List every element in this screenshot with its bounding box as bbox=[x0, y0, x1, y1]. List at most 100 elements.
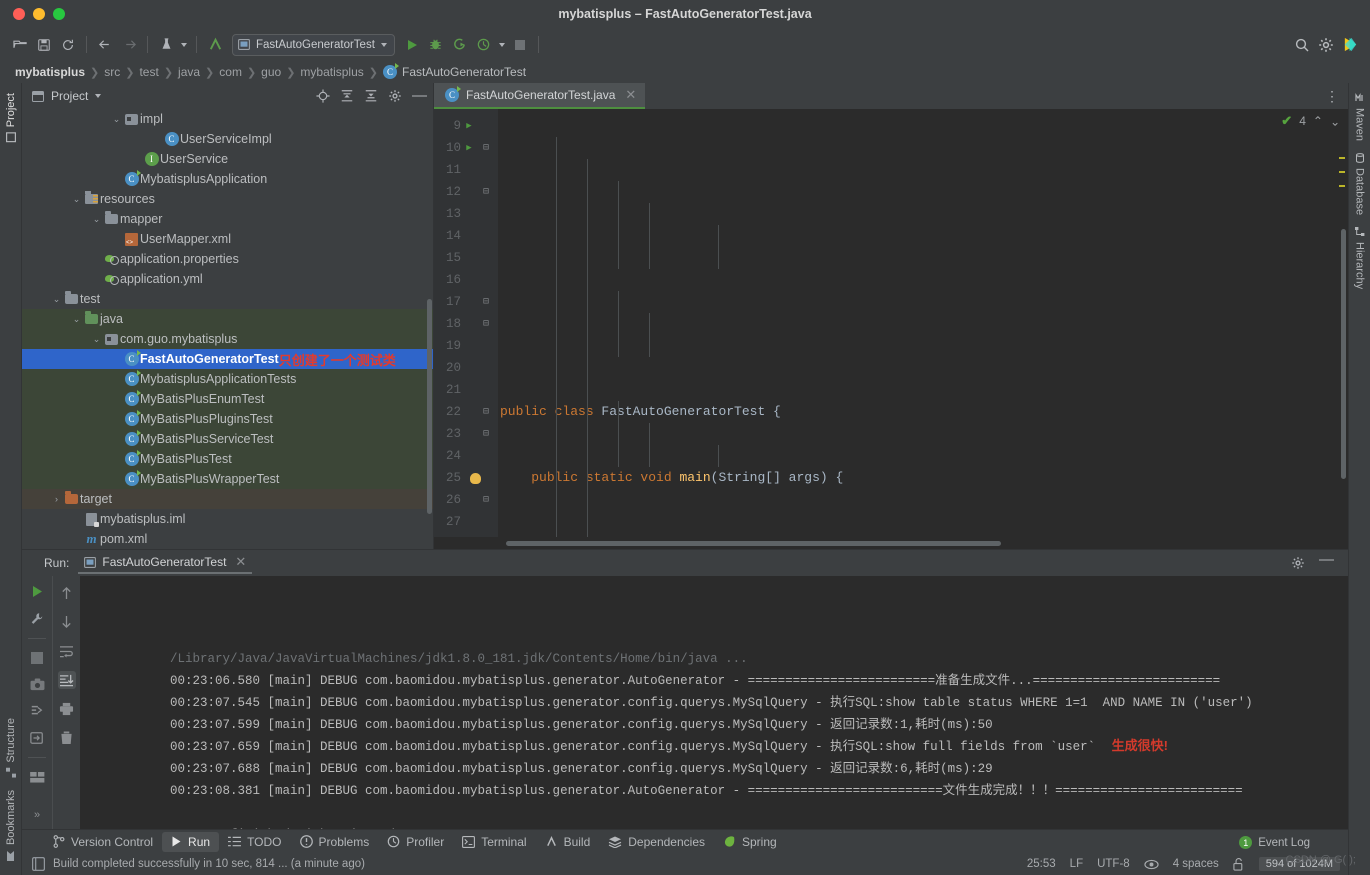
expand-all-icon[interactable] bbox=[340, 89, 354, 103]
event-log-widget[interactable]: 1 Event Log bbox=[1239, 836, 1310, 849]
gutter-line-14[interactable]: 14 bbox=[434, 225, 498, 247]
camera-icon[interactable] bbox=[28, 677, 46, 693]
print-icon[interactable] bbox=[58, 700, 76, 718]
tree-node-mybatispluswrappertest[interactable]: C MyBatisPlusWrapperTest bbox=[22, 469, 433, 489]
breadcrumb-item-6[interactable]: mybatisplus bbox=[295, 65, 368, 79]
rerun-icon[interactable] bbox=[28, 584, 46, 600]
tool-window-button-database[interactable]: Database bbox=[1354, 147, 1366, 221]
tree-node-userservice[interactable]: I UserService bbox=[22, 149, 433, 169]
fold-icon[interactable]: ⊟ bbox=[477, 296, 495, 308]
close-icon[interactable]: ✕ bbox=[625, 87, 636, 103]
wrench-icon[interactable] bbox=[28, 611, 46, 627]
tree-node-mapper[interactable]: ⌄ mapper bbox=[22, 209, 433, 229]
line-separator[interactable]: LF bbox=[1070, 858, 1083, 870]
run-configuration-selector[interactable]: FastAutoGeneratorTest bbox=[232, 33, 395, 56]
gear-icon[interactable] bbox=[388, 89, 402, 103]
run-gutter-icon[interactable]: ▶ bbox=[461, 121, 477, 131]
chevron-down-icon[interactable]: ⌄ bbox=[50, 294, 63, 305]
gutter-line-23[interactable]: 23 ⊟ bbox=[434, 423, 498, 445]
chevron-down-icon[interactable]: ⌄ bbox=[90, 214, 103, 225]
project-tree-scrollbar[interactable] bbox=[427, 299, 432, 514]
tree-node-mybatisplusenumtest[interactable]: C MyBatisPlusEnumTest bbox=[22, 389, 433, 409]
editor-warning-marker[interactable] bbox=[1339, 157, 1345, 159]
gear-icon[interactable] bbox=[1291, 556, 1305, 570]
tree-node-mybatisplusservicetest[interactable]: C MyBatisPlusServiceTest bbox=[22, 429, 433, 449]
tree-node-fastautogeneratortest[interactable]: C FastAutoGeneratorTest 只创建了一个测试类 bbox=[22, 349, 433, 369]
indent-setting[interactable]: 4 spaces bbox=[1173, 858, 1219, 870]
tree-node-pom-xml[interactable]: m pom.xml bbox=[22, 529, 433, 549]
breadcrumb-item-5[interactable]: guo bbox=[256, 65, 286, 79]
bottom-bar-item-spring[interactable]: Spring bbox=[714, 832, 786, 852]
tool-window-button-bookmarks[interactable]: Bookmarks bbox=[5, 784, 17, 867]
arrow-down-icon[interactable] bbox=[58, 613, 76, 631]
chevron-right-icon[interactable]: › bbox=[50, 494, 63, 504]
chevron-up-icon[interactable]: ⌃ bbox=[1313, 114, 1323, 128]
fold-icon[interactable]: ⊟ bbox=[477, 186, 495, 198]
chevron-down-icon[interactable] bbox=[178, 33, 190, 57]
chevron-down-icon[interactable]: ⌄ bbox=[90, 334, 103, 345]
reader-mode-icon[interactable] bbox=[1144, 859, 1159, 870]
tree-node-test[interactable]: ⌄ test bbox=[22, 289, 433, 309]
editor-code[interactable]: public class FastAutoGeneratorTest { pub… bbox=[498, 109, 1348, 537]
editor-warning-marker[interactable] bbox=[1339, 185, 1345, 187]
caret-position[interactable]: 25:53 bbox=[1027, 858, 1056, 870]
settings-icon[interactable] bbox=[1314, 33, 1338, 57]
breadcrumb-item-leaf[interactable]: C FastAutoGeneratorTest bbox=[378, 63, 531, 79]
gutter-line-21[interactable]: 21 bbox=[434, 379, 498, 401]
bottom-bar-item-dependencies[interactable]: Dependencies bbox=[599, 832, 714, 852]
breadcrumb-item-2[interactable]: test bbox=[134, 65, 163, 79]
tree-node-java[interactable]: ⌄ java bbox=[22, 309, 433, 329]
sync-icon[interactable] bbox=[56, 33, 80, 57]
editor-tab-fastautogeneratortest[interactable]: C FastAutoGeneratorTest.java ✕ bbox=[434, 83, 646, 109]
gutter-line-24[interactable]: 24 bbox=[434, 445, 498, 467]
search-icon[interactable] bbox=[1290, 33, 1314, 57]
tool-window-button-hierarchy[interactable]: Hierarchy bbox=[1354, 221, 1366, 295]
gutter-line-17[interactable]: 17 ⊟ bbox=[434, 291, 498, 313]
more-actions-icon[interactable]: » bbox=[28, 807, 46, 823]
gutter-line-13[interactable]: 13 bbox=[434, 203, 498, 225]
clear-all-icon[interactable] bbox=[58, 729, 76, 747]
gutter-line-16[interactable]: 16 bbox=[434, 269, 498, 291]
editor-horizontal-scrollbar[interactable] bbox=[506, 541, 1001, 546]
file-encoding[interactable]: UTF-8 bbox=[1097, 858, 1130, 870]
gutter-line-15[interactable]: 15 bbox=[434, 247, 498, 269]
tree-node-mybatisplustest[interactable]: C MyBatisPlusTest bbox=[22, 449, 433, 469]
collapse-all-icon[interactable] bbox=[364, 89, 378, 103]
status-message-group[interactable]: Build completed successfully in 10 sec, … bbox=[32, 857, 365, 871]
tree-node-mybatisplus-iml[interactable]: mybatisplus.iml bbox=[22, 509, 433, 529]
project-tree[interactable]: ⌄ impl C UserServiceImpl I UserService C Mybati… bbox=[22, 109, 433, 549]
project-panel-title-group[interactable]: Project bbox=[32, 89, 102, 103]
tree-node-application-yml[interactable]: application.yml bbox=[22, 269, 433, 289]
gutter-line-18[interactable]: 18 ⊟ bbox=[434, 313, 498, 335]
tree-node-impl[interactable]: ⌄ impl bbox=[22, 109, 433, 129]
arrow-up-icon[interactable] bbox=[58, 584, 76, 602]
chevron-down-icon[interactable]: ⌃ bbox=[1330, 114, 1340, 128]
ide-plugin-icon[interactable] bbox=[1338, 33, 1362, 57]
tree-node-mybatisplusapplicationtests[interactable]: C MybatisplusApplicationTests bbox=[22, 369, 433, 389]
tree-node-mybatisplusapplication[interactable]: C MybatisplusApplication bbox=[22, 169, 433, 189]
tree-node-com-guo-mybatisplus[interactable]: ⌄ com.guo.mybatisplus bbox=[22, 329, 433, 349]
gutter-line-27[interactable]: 27 bbox=[434, 511, 498, 533]
editor-inspection-widget[interactable]: ✔ 4 ⌃ ⌃ bbox=[1281, 113, 1340, 129]
console-output[interactable]: /Library/Java/JavaVirtualMachines/jdk1.8… bbox=[80, 576, 1348, 829]
bottom-bar-item-version-control[interactable]: Version Control bbox=[44, 832, 162, 852]
intention-bulb-icon[interactable] bbox=[470, 472, 481, 484]
gutter-line-20[interactable]: 20 bbox=[434, 357, 498, 379]
bottom-bar-item-build[interactable]: Build bbox=[536, 832, 600, 852]
gutter-line-10[interactable]: 10 ▶ ⊟ bbox=[434, 137, 498, 159]
run-coverage-icon[interactable] bbox=[448, 33, 472, 57]
editor-warning-marker[interactable] bbox=[1339, 171, 1345, 173]
breadcrumb-item-0[interactable]: mybatisplus bbox=[10, 65, 90, 79]
fold-icon[interactable]: ⊟ bbox=[477, 406, 495, 418]
tree-node-mybatispluspluginstest[interactable]: C MyBatisPlusPluginsTest bbox=[22, 409, 433, 429]
fold-icon[interactable]: ⊟ bbox=[477, 494, 495, 506]
chevron-down-icon[interactable] bbox=[496, 33, 508, 57]
open-folder-icon[interactable] bbox=[8, 33, 32, 57]
tree-node-usermapper-xml[interactable]: UserMapper.xml bbox=[22, 229, 433, 249]
bottom-bar-item-terminal[interactable]: Terminal bbox=[453, 832, 535, 852]
run-tab[interactable]: FastAutoGeneratorTest ✕ bbox=[78, 552, 253, 574]
chevron-down-icon[interactable]: ⌄ bbox=[70, 194, 83, 205]
run-gutter-icon[interactable]: ▶ bbox=[461, 143, 477, 153]
editor-gutter[interactable]: 9 ▶ 10 ▶ ⊟ 11 12 ⊟ 13 14 15 16 17 ⊟ 18 ⊟ 19 20 21 22 ⊟ 23 ⊟ 24 2… bbox=[434, 109, 498, 537]
editor-vertical-scrollbar[interactable] bbox=[1341, 229, 1346, 479]
